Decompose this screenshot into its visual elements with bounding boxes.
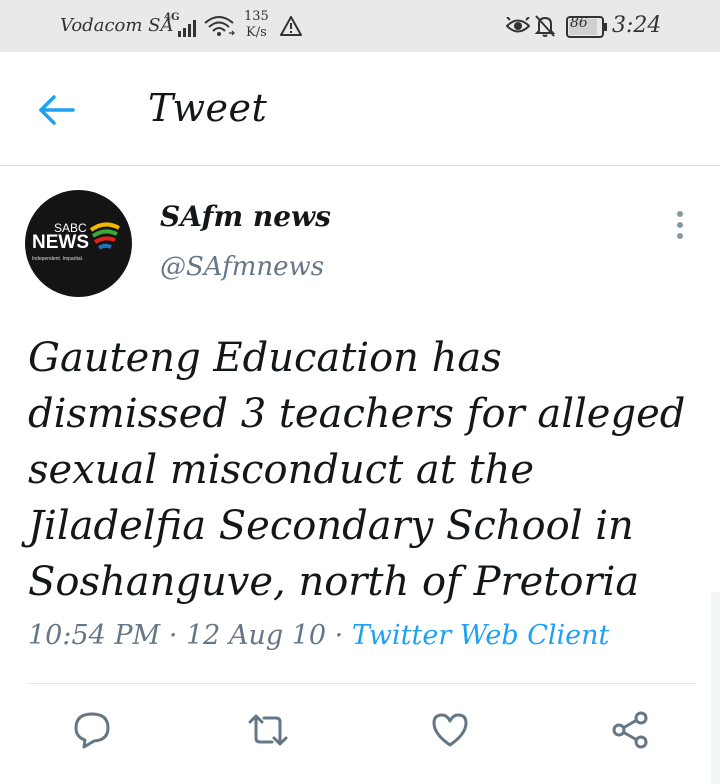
tweet-time: 10:54 PM <box>28 620 161 651</box>
author-handle[interactable]: @SAfmnews <box>160 252 324 282</box>
status-time: 3:24 <box>612 13 662 38</box>
status-bar: Vodacom SA 4G 135 K/s 86 3:24 <box>0 0 720 52</box>
mute-bell-icon <box>534 15 556 37</box>
network-speed-unit: K/s <box>246 25 267 40</box>
author-name[interactable]: SAfm news <box>160 200 331 233</box>
signal-icon <box>178 20 196 37</box>
avatar-tagline: Independent. Impartial. <box>32 256 84 262</box>
tweet-date: 12 Aug 10 <box>186 620 327 651</box>
carrier-name: Vodacom SA <box>60 15 174 36</box>
meta-separator: · <box>334 620 344 651</box>
avatar[interactable]: SABC NEWS Independent. Impartial. <box>25 190 132 297</box>
network-speed-value: 135 <box>244 9 269 24</box>
battery-level: 86 <box>570 15 588 31</box>
wifi-icon <box>204 16 235 36</box>
heart-icon[interactable] <box>430 710 470 750</box>
meta-separator: · <box>168 620 178 651</box>
warning-icon <box>280 16 302 36</box>
avatar-brand-main: NEWS <box>32 232 89 253</box>
tweet-text: Gauteng Education has dismissed 3 teache… <box>28 335 686 605</box>
tweet-client-link[interactable]: Twitter Web Client <box>352 620 610 651</box>
back-arrow-icon[interactable] <box>38 94 76 126</box>
eye-comfort-icon <box>506 17 530 33</box>
network-speed: 135 K/s <box>244 9 269 41</box>
share-icon[interactable] <box>610 710 650 750</box>
more-options-icon[interactable] <box>672 210 688 240</box>
tweet-meta: 10:54 PM · 12 Aug 10 · Twitter Web Clien… <box>28 620 609 651</box>
scrollbar[interactable] <box>711 592 720 784</box>
divider <box>28 683 696 684</box>
reply-icon[interactable] <box>72 710 112 750</box>
retweet-icon[interactable] <box>246 710 290 750</box>
sabc-logo-icon <box>89 222 120 250</box>
app-header: Tweet <box>0 52 720 166</box>
page-title: Tweet <box>148 86 268 130</box>
